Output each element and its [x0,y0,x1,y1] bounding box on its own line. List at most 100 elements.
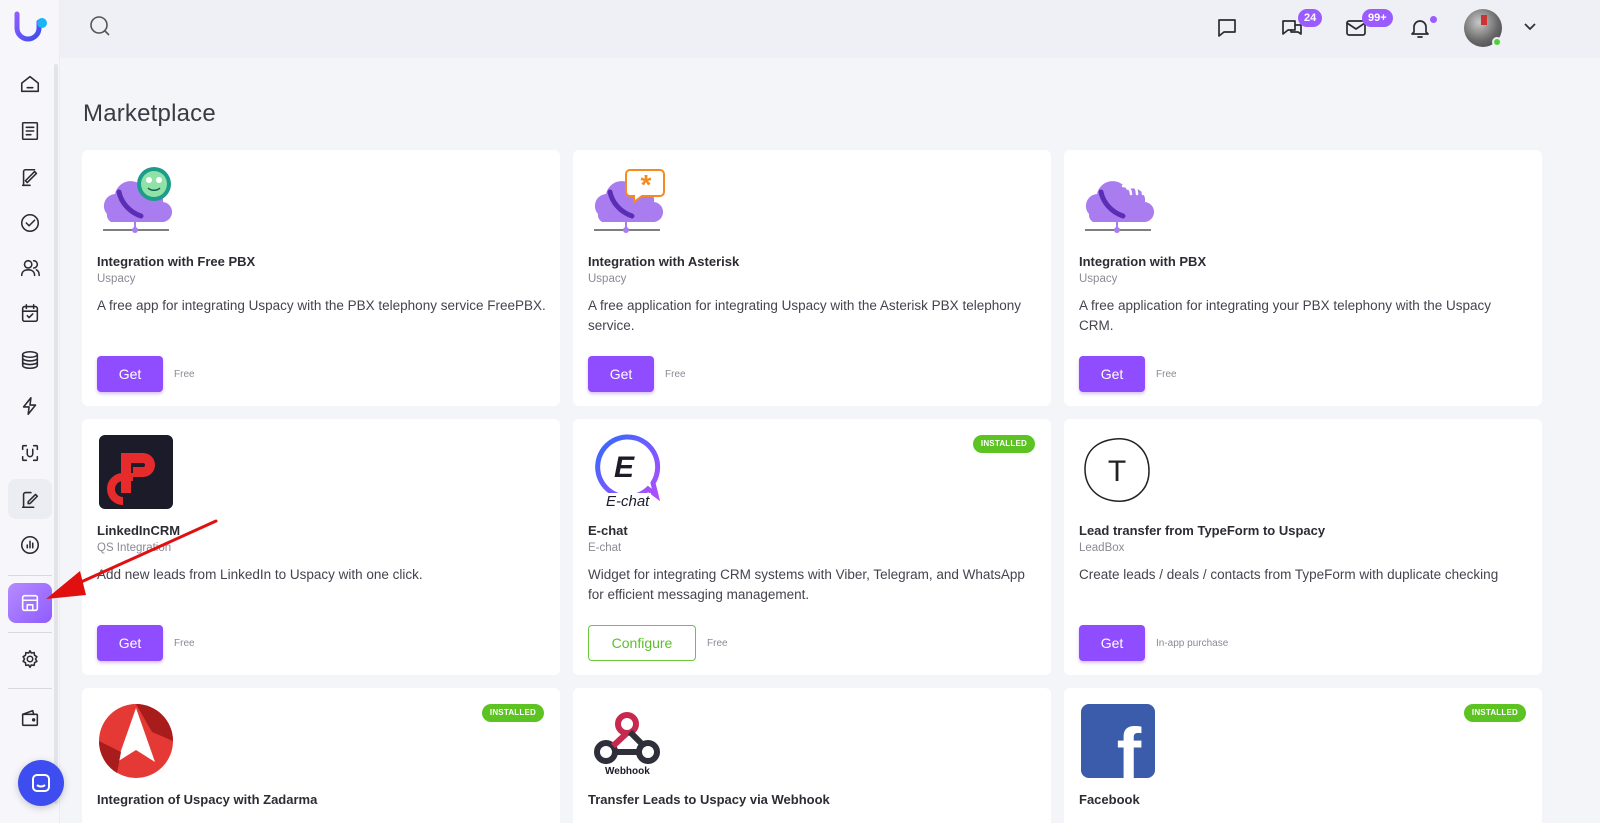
app-name: Lead transfer from TypeForm to Uspacy [1079,523,1326,538]
installed-badge: INSTALLED [1463,704,1526,722]
sidebar-item-calendar[interactable] [8,293,52,333]
store-icon [21,594,39,612]
wallet-icon [21,709,39,727]
page-title: Marketplace [83,100,216,127]
app-card-webhook[interactable]: Webhook Transfer Leads to Uspacy via Web… [573,688,1051,823]
app-description: Widget for integrating CRM systems with … [588,567,1025,602]
webhook-logo: Webhook [588,702,666,780]
app-vendor: Uspacy [588,273,627,285]
webhook-logo-text: Webhook [605,766,650,777]
app-name: Integration with PBX [1079,254,1207,269]
sidebar-item-analytics[interactable] [8,525,52,565]
app-name: LinkedInCRM [97,523,181,538]
app-vendor: Uspacy [97,273,136,285]
get-button[interactable]: Get [97,625,163,661]
messages-badge: 24 [1298,9,1323,27]
sidebar-item-documents[interactable] [8,479,52,519]
sidebar-item-settings[interactable] [8,639,52,679]
app-price: Free [174,369,195,380]
sidebar-item-scan[interactable] [8,433,52,473]
sidebar-item-marketplace[interactable] [8,583,52,623]
lightning-icon [22,396,37,416]
calendar-check-icon [21,303,39,323]
sidebar-item-automation[interactable] [8,386,52,426]
user-menu-toggle[interactable] [1522,18,1538,34]
app-vendor: E-chat [588,542,622,554]
search-icon [90,16,110,36]
bell-icon [1411,20,1429,38]
users-icon [20,259,40,277]
app-description: A free app for integrating Uspacy with t… [97,298,546,313]
app-card-asterisk[interactable]: * Integration with Asterisk Uspacy A fre… [573,150,1051,406]
app-name: Transfer Leads to Uspacy via Webhook [588,792,830,807]
get-button[interactable]: Get [588,356,654,392]
installed-badge: INSTALLED [481,704,544,722]
scan-u-icon [21,444,39,462]
support-chat-button[interactable] [18,760,64,806]
asterisk-logo: * [588,164,666,242]
sign-icon [21,491,39,509]
app-description: Create leads / deals / contacts from Typ… [1079,567,1499,582]
pen-icon [21,168,38,187]
app-name: E-chat [588,523,628,538]
chat-icon [32,774,50,792]
search-button[interactable] [88,14,116,42]
get-button[interactable]: Get [1079,625,1145,661]
sidebar-item-wallet[interactable] [8,698,52,738]
app-description: A free application for integrating your … [1079,298,1491,333]
sidebar-item-feed[interactable] [8,111,52,151]
notifications-dot [1430,16,1437,23]
online-status-dot [1492,37,1502,47]
app-description: A free application for integrating Uspac… [588,298,1021,333]
list-icon [21,121,39,141]
sidebar-item-crm[interactable] [8,340,52,380]
get-button[interactable]: Get [97,356,163,392]
mail-badge: 99+ [1362,9,1393,27]
svg-text:*: * [641,169,652,200]
app-price: Free [174,638,195,649]
facebook-logo: f [1079,702,1157,796]
app-card-typeform[interactable]: T Lead transfer from TypeForm to Uspacy … [1064,419,1542,675]
app-card-zadarma[interactable]: INSTALLED Integration of Uspacy with Zad… [82,688,560,823]
app-card-linkedincrm[interactable]: LinkedInCRM QS Integration Add new leads… [82,419,560,675]
uspacy-logo[interactable] [12,8,52,48]
chart-icon [20,535,40,555]
app-card-echat[interactable]: INSTALLED E E-chat E-chat E-chat Widget … [573,419,1051,675]
check-circle-icon [20,213,40,233]
app-description: Add new leads from LinkedIn to Uspacy wi… [97,567,423,582]
chevron-down-icon [1524,23,1536,31]
app-name: Facebook [1079,792,1140,807]
app-name: Integration with Asterisk [588,254,740,269]
app-price: In-app purchase [1156,638,1229,649]
app-name: Integration with Free PBX [97,254,256,269]
message-square-icon [1218,19,1236,37]
sidebar-item-home[interactable] [8,64,52,104]
sidebar-item-tasks[interactable] [8,203,52,243]
zadarma-logo [97,702,175,780]
app-card-freepbx[interactable]: Integration with Free PBX Uspacy A free … [82,150,560,406]
typeform-logo: T [1079,433,1157,511]
pbx-logo [1079,164,1157,242]
sidebar-scrollbar[interactable] [54,64,58,804]
app-price: Free [665,369,686,380]
configure-button[interactable]: Configure [588,625,696,661]
facebook-logo-letter: f [1117,713,1142,780]
home-icon [20,75,40,93]
echat-logo: E E-chat [588,433,666,511]
sidebar-divider [8,632,52,633]
app-price: Free [1156,369,1177,380]
typeform-logo-letter: T [1108,455,1126,488]
sidebar-divider [8,575,52,576]
sidebar [0,0,64,823]
app-card-pbx[interactable]: Integration with PBX Uspacy A free appli… [1064,150,1542,406]
app-vendor: Uspacy [1079,273,1118,285]
chat-button[interactable] [1213,14,1241,42]
linkedincrm-logo [97,433,175,511]
app-card-facebook[interactable]: INSTALLED f Facebook [1064,688,1542,823]
sidebar-item-groups[interactable] [8,158,52,198]
echat-logo-letter: E [614,451,635,484]
top-bar: 24 99+ [60,0,1600,58]
sidebar-item-users[interactable] [8,248,52,288]
echat-logo-text: E-chat [604,493,652,510]
get-button[interactable]: Get [1079,356,1145,392]
